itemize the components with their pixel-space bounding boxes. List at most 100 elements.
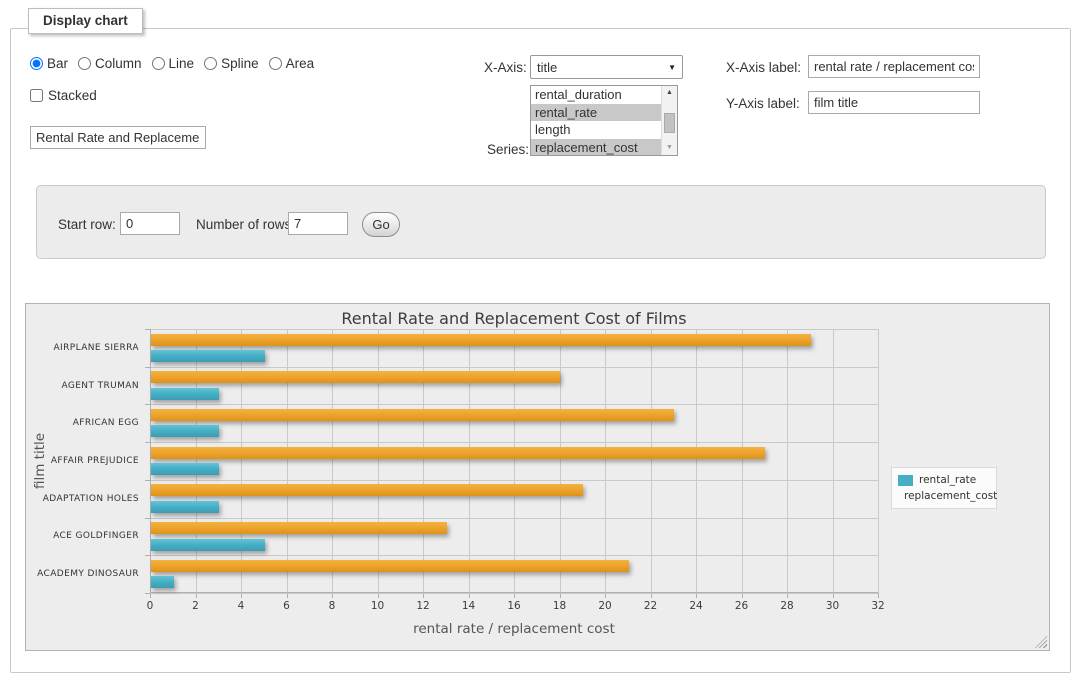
radio-spline[interactable] — [204, 57, 217, 70]
scroll-up-icon[interactable]: ▲ — [662, 86, 677, 100]
series-option-rental_rate[interactable]: rental_rate — [531, 104, 661, 122]
resize-grip-icon[interactable] — [1035, 636, 1047, 648]
x-axis-tick-label: 4 — [221, 600, 261, 612]
gridline-vertical — [742, 329, 743, 593]
start-row-label: Start row: — [58, 217, 116, 232]
x-axis-tick-label: 16 — [494, 600, 534, 612]
bar-rental_rate — [151, 425, 219, 437]
series-listbox-scrollbar[interactable]: ▲ ▼ — [661, 86, 677, 155]
gridline-vertical — [878, 329, 879, 593]
category-label: AIRPLANE SIERRA — [20, 342, 139, 354]
gridline-horizontal — [150, 367, 878, 368]
x-axis-tick-label: 30 — [813, 600, 853, 612]
radio-label: Bar — [47, 56, 68, 71]
gridline-horizontal — [150, 442, 878, 443]
x-axis-line — [150, 592, 878, 593]
radio-label: Column — [95, 56, 142, 71]
gridline-vertical — [605, 329, 606, 593]
radio-column[interactable] — [78, 57, 91, 70]
gridline-vertical — [696, 329, 697, 593]
page: Display chart Bar Column Line Spline Area St… — [0, 0, 1081, 681]
gridline-horizontal — [150, 593, 878, 594]
chart-title-input[interactable] — [30, 126, 206, 149]
chart-type-option-spline[interactable]: Spline — [204, 56, 259, 71]
radio-area[interactable] — [269, 57, 282, 70]
x-axis-tick-label: 22 — [631, 600, 671, 612]
bar-rental_rate — [151, 539, 265, 551]
y-axis-label-input[interactable] — [808, 91, 980, 114]
series-option-rental_duration[interactable]: rental_duration — [531, 86, 661, 104]
x-axis-tick-label: 14 — [449, 600, 489, 612]
bar-replacement_cost — [151, 522, 447, 534]
x-axis-tick-label: 0 — [130, 600, 170, 612]
x-axis-tick-label: 8 — [312, 600, 352, 612]
fieldset-legend: Display chart — [28, 8, 143, 34]
chart-legend: rental_rate replacement_cost — [891, 467, 997, 509]
y-axis-line — [150, 329, 151, 593]
category-label: ACADEMY DINOSAUR — [20, 568, 139, 580]
chart-title: Rental Rate and Replacement Cost of Film… — [150, 309, 878, 328]
x-axis-tick-label: 10 — [358, 600, 398, 612]
gridline-horizontal — [150, 480, 878, 481]
go-button[interactable]: Go — [362, 212, 400, 237]
legend-label: rental_rate — [919, 474, 976, 486]
scroll-down-icon[interactable]: ▼ — [662, 141, 677, 155]
gridline-vertical — [196, 329, 197, 593]
x-axis-label-label: X-Axis label: — [726, 60, 801, 75]
radio-bar[interactable] — [30, 57, 43, 70]
gridline-vertical — [833, 329, 834, 593]
radio-label: Area — [286, 56, 315, 71]
x-axis-select-label: X-Axis: — [484, 60, 527, 75]
radio-label: Line — [169, 56, 195, 71]
chart-container: Rental Rate and Replacement Cost of Film… — [25, 303, 1050, 651]
gridline-vertical — [651, 329, 652, 593]
start-row-input[interactable] — [120, 212, 180, 235]
bar-replacement_cost — [151, 560, 629, 572]
bar-rental_rate — [151, 576, 174, 588]
gridline-vertical — [560, 329, 561, 593]
radio-line[interactable] — [152, 57, 165, 70]
gridline-vertical — [287, 329, 288, 593]
legend-symbol — [898, 475, 913, 486]
series-listbox-items: rental_durationrental_ratelengthreplacem… — [531, 86, 661, 155]
chart-type-option-bar[interactable]: Bar — [30, 56, 68, 71]
category-label: AGENT TRUMAN — [20, 380, 139, 392]
chart-x-axis-title: rental rate / replacement cost — [150, 621, 878, 637]
y-axis-label-label: Y-Axis label: — [726, 96, 800, 111]
legend-item-replacement_cost[interactable]: replacement_cost — [898, 488, 990, 504]
gridline-horizontal — [150, 329, 878, 330]
series-option-replacement_cost[interactable]: replacement_cost — [531, 139, 661, 157]
radio-label: Spline — [221, 56, 259, 71]
y-axis-tick — [145, 593, 150, 594]
bar-replacement_cost — [151, 484, 583, 496]
bar-replacement_cost — [151, 371, 560, 383]
row-controls-box — [36, 185, 1046, 259]
gridline-vertical — [378, 329, 379, 593]
legend-item-rental_rate[interactable]: rental_rate — [898, 472, 990, 488]
category-label: ACE GOLDFINGER — [20, 530, 139, 542]
x-axis-select[interactable]: title ▼ — [530, 55, 683, 79]
scrollbar-thumb[interactable] — [664, 113, 675, 133]
num-rows-input[interactable] — [288, 212, 348, 235]
gridline-vertical — [469, 329, 470, 593]
gridline-horizontal — [150, 518, 878, 519]
stacked-row: Stacked — [30, 88, 97, 103]
gridline-vertical — [423, 329, 424, 593]
bar-rental_rate — [151, 501, 219, 513]
series-option-length[interactable]: length — [531, 121, 661, 139]
chart-type-option-column[interactable]: Column — [78, 56, 142, 71]
x-axis-tick-label: 20 — [585, 600, 625, 612]
chart-y-axis-title: film title — [32, 433, 48, 489]
x-axis-tick-label: 26 — [722, 600, 762, 612]
gridline-horizontal — [150, 404, 878, 405]
chart-plot-area: 02468101214161820222426283032AIRPLANE SI… — [150, 329, 878, 593]
stacked-checkbox[interactable] — [30, 89, 43, 102]
series-listbox[interactable]: rental_durationrental_ratelengthreplacem… — [530, 85, 678, 156]
x-axis-label-input[interactable] — [808, 55, 980, 78]
chart-type-option-area[interactable]: Area — [269, 56, 315, 71]
legend-label: replacement_cost — [904, 490, 997, 502]
bar-replacement_cost — [151, 447, 765, 459]
chart-type-option-line[interactable]: Line — [152, 56, 195, 71]
x-axis-tick-label: 28 — [767, 600, 807, 612]
category-label: ADAPTATION HOLES — [20, 493, 139, 505]
